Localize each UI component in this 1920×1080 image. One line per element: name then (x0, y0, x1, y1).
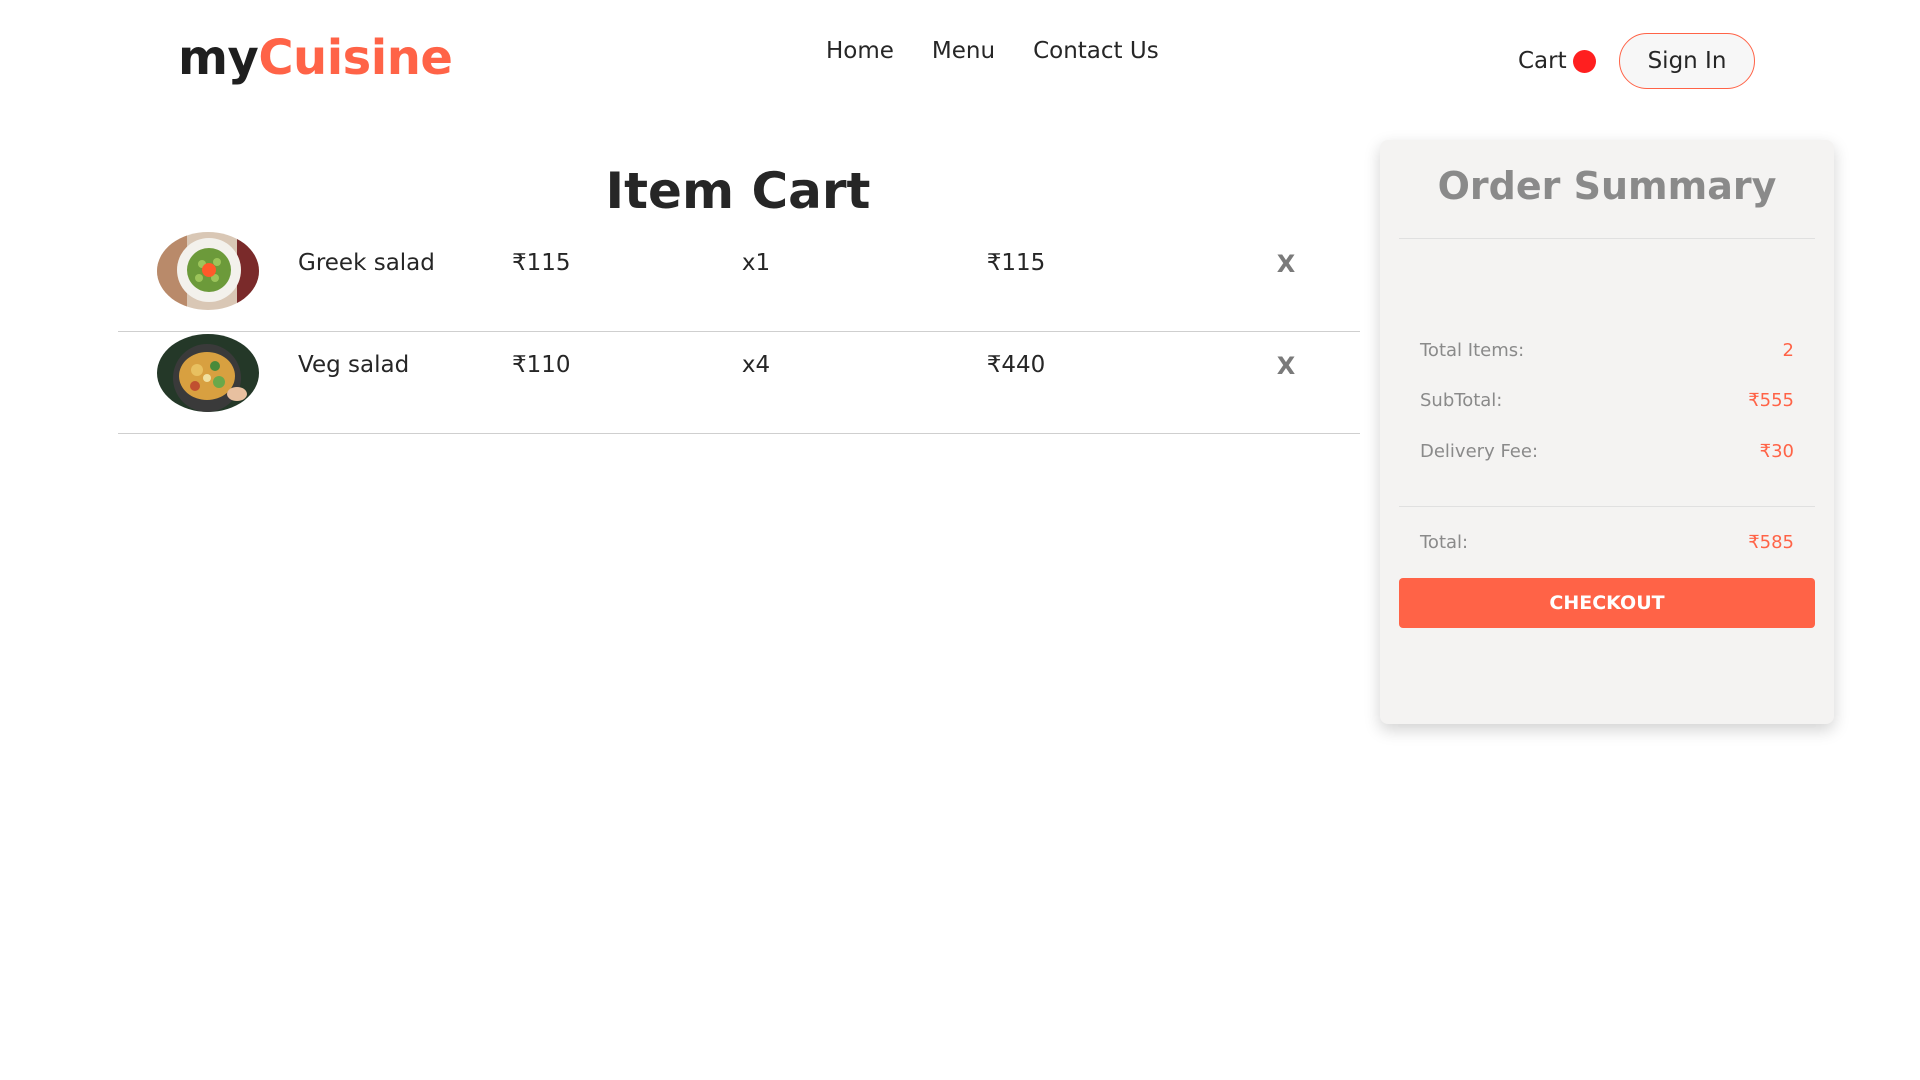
sign-in-button[interactable]: Sign In (1619, 33, 1755, 89)
item-name: Veg salad (298, 352, 410, 378)
subtotal-value: ₹555 (1748, 390, 1794, 411)
greek-salad-image (157, 232, 259, 310)
total-value: ₹585 (1748, 532, 1794, 553)
cart-label: Cart (1518, 48, 1567, 74)
cart-badge-icon (1572, 49, 1596, 73)
item-name: Greek salad (298, 250, 435, 276)
logo[interactable]: myCuisine (178, 30, 453, 86)
cart-row-veg-salad: Veg salad ₹110 x4 ₹440 X (118, 332, 1360, 434)
summary-total: Total: ₹585 (1420, 532, 1794, 553)
summary-total-items: Total Items: 2 (1420, 340, 1794, 361)
main-nav: Home Menu Contact Us (826, 38, 1159, 64)
total-items-label: Total Items: (1420, 340, 1525, 361)
delivery-fee-label: Delivery Fee: (1420, 441, 1539, 462)
item-quantity: x1 (741, 250, 771, 276)
remove-item-icon[interactable]: X (1266, 352, 1306, 380)
nav-contact-link[interactable]: Contact Us (1033, 38, 1159, 64)
item-quantity: x4 (741, 352, 771, 378)
checkout-button[interactable]: CHECKOUT (1399, 578, 1815, 628)
total-label: Total: (1420, 532, 1469, 553)
subtotal-label: SubTotal: (1420, 390, 1503, 411)
nav-menu-link[interactable]: Menu (932, 38, 995, 64)
logo-text-my: my (178, 30, 259, 86)
nav-home-link[interactable]: Home (826, 38, 894, 64)
header: myCuisine Home Menu Contact Us Cart Sign… (0, 0, 1920, 120)
item-price: ₹110 (512, 352, 571, 378)
delivery-fee-value: ₹30 (1759, 441, 1794, 462)
item-total: ₹440 (986, 352, 1046, 378)
cart-table: Greek salad ₹115 x1 ₹115 X Veg salad ₹11… (118, 230, 1360, 434)
page: myCuisine Home Menu Contact Us Cart Sign… (0, 0, 1920, 1080)
cart-title: Item Cart (605, 162, 871, 220)
summary-delivery-fee: Delivery Fee: ₹30 (1420, 441, 1794, 462)
cart-row-greek-salad: Greek salad ₹115 x1 ₹115 X (118, 230, 1360, 332)
logo-text-cuisine: Cuisine (258, 30, 453, 86)
summary-divider (1399, 506, 1815, 507)
total-items-value: 2 (1782, 340, 1794, 361)
item-price: ₹115 (512, 250, 571, 276)
summary-subtotal: SubTotal: ₹555 (1420, 390, 1794, 411)
order-summary-panel: Order Summary Total Items: 2 SubTotal: ₹… (1380, 140, 1834, 724)
order-summary-title: Order Summary (1437, 164, 1777, 208)
summary-divider (1399, 238, 1815, 239)
veg-salad-image (157, 334, 259, 412)
item-total: ₹115 (986, 250, 1046, 276)
remove-item-icon[interactable]: X (1266, 250, 1306, 278)
cart-link[interactable]: Cart (1518, 48, 1596, 74)
